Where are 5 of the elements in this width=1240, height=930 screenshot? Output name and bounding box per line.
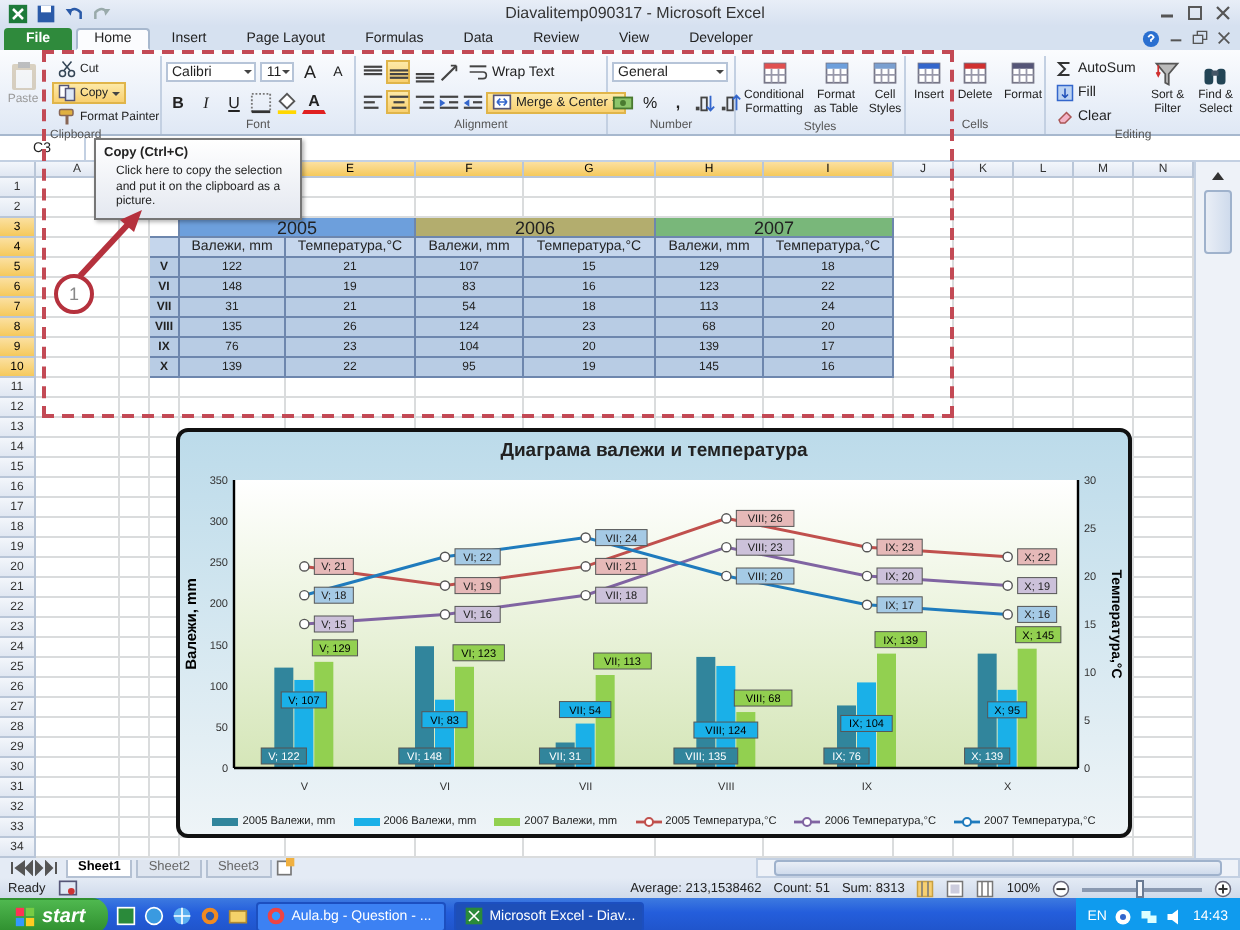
- window-title: Diavalitemp090317 - Microsoft Excel: [503, 4, 767, 22]
- year-header: 2006: [416, 218, 656, 238]
- year-header: 2007: [656, 218, 894, 238]
- chart-title: Диаграма валежи и температура: [498, 438, 810, 466]
- year-header: 2005: [180, 218, 416, 238]
